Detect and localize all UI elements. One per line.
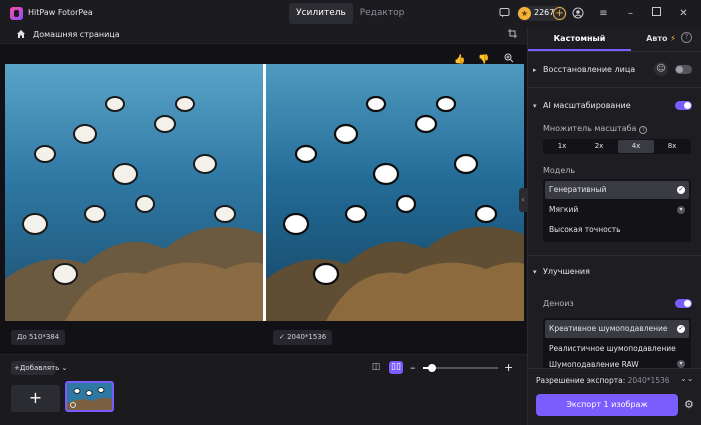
- face-restore-title: Восстановление лица: [543, 65, 636, 74]
- lightning-icon: ⚡: [670, 34, 676, 43]
- model-option-label: Мягкий: [549, 205, 579, 214]
- enhanced-size-label: ✓ 2040*1536: [273, 330, 333, 345]
- title-bar: HitPaw FotorPea Усилитель Редактор ★ 226…: [0, 0, 701, 27]
- tab-enhancer[interactable]: Усилитель: [289, 3, 353, 24]
- model-option-label: Высокая точность: [549, 225, 621, 234]
- divider: [528, 255, 701, 256]
- ai-upscale-title: AI масштабирование: [543, 101, 631, 110]
- app-logo: [10, 7, 23, 20]
- ai-upscale-toggle[interactable]: [675, 101, 692, 110]
- zoom-slider[interactable]: [423, 364, 498, 372]
- image-canvas: 👍 👎 ‹ До 510*384 ✓ 2040*1536: [0, 45, 527, 354]
- coin-icon: ★: [518, 7, 531, 20]
- divider: [528, 87, 701, 88]
- scale-label: Множитель масштаба: [543, 124, 637, 133]
- check-icon: ✓: [677, 325, 685, 333]
- zoom-slider-knob[interactable]: [428, 364, 436, 372]
- gear-icon[interactable]: ⚙: [684, 398, 694, 412]
- tab-auto-label: Авто: [646, 34, 668, 43]
- model-option-high-fidelity[interactable]: Высокая точность: [545, 221, 689, 239]
- model-list: Генеративный ✓ Мягкий ▾ Высокая точность: [543, 179, 691, 242]
- scale-option-4x[interactable]: 4x: [618, 140, 654, 153]
- bottom-toolbar: +Добавлять ⌄ + ◫ ▯▯ – +: [0, 354, 527, 425]
- zoom-in-button-icon[interactable]: +: [504, 361, 513, 374]
- enhanced-image: [266, 64, 524, 321]
- model-option-generative[interactable]: Генеративный ✓: [545, 181, 689, 199]
- maximize-icon[interactable]: [650, 7, 663, 20]
- home-icon[interactable]: [16, 29, 26, 43]
- denoise-label: Деноиз: [543, 299, 574, 308]
- help-icon[interactable]: ?: [681, 32, 692, 43]
- info-icon[interactable]: i: [639, 126, 648, 134]
- denoise-option-label: Креативное шумоподавление: [549, 324, 668, 333]
- caret-right-icon: ▸: [533, 66, 537, 74]
- denoise-toggle[interactable]: [675, 299, 692, 308]
- crop-icon[interactable]: [508, 29, 517, 42]
- single-view-icon[interactable]: ◫: [369, 361, 383, 374]
- minimize-icon[interactable]: –: [624, 7, 637, 20]
- check-icon: ✓: [677, 186, 685, 194]
- feedback-icon[interactable]: [498, 7, 511, 20]
- model-option-soft[interactable]: Мягкий ▾: [545, 201, 689, 219]
- add-dropdown-button[interactable]: +Добавлять ⌄: [11, 361, 67, 375]
- improvements-title: Улучшения: [543, 267, 590, 276]
- app-title: HitPaw FotorPea: [28, 8, 93, 17]
- scale-label-row: Множитель масштаба i: [543, 124, 648, 134]
- tab-custom[interactable]: Кастомный: [528, 30, 631, 48]
- collapse-panel-handle[interactable]: ‹: [519, 188, 527, 212]
- export-resolution-label: Разрешение экспорта:: [536, 376, 626, 385]
- double-chevron-down-icon[interactable]: ⌄⌄: [680, 374, 693, 383]
- model-label: Модель: [543, 166, 576, 175]
- chevron-down-icon: ⌄: [59, 364, 68, 372]
- add-label: Добавлять: [19, 364, 60, 372]
- scroll-down-icon[interactable]: ▾: [677, 360, 685, 368]
- user-icon[interactable]: [571, 7, 584, 20]
- denoise-list: Креативное шумоподавление ✓ Реалистичное…: [543, 318, 691, 370]
- denoise-option-creative[interactable]: Креативное шумоподавление ✓: [545, 320, 689, 338]
- caret-down-icon: ▾: [533, 268, 537, 276]
- model-option-label: Генеративный: [549, 185, 607, 194]
- face-icon[interactable]: ☺: [654, 62, 668, 76]
- tab-editor[interactable]: Редактор: [353, 3, 411, 24]
- export-footer: Разрешение экспорта: 2040*1536 ⌄⌄ Экспор…: [528, 368, 701, 425]
- export-button[interactable]: Экспорт 1 изображ: [536, 394, 678, 416]
- check-icon: ✓: [279, 333, 288, 341]
- caret-down-icon: ▾: [533, 102, 537, 110]
- export-resolution-value: 2040*1536: [627, 376, 670, 385]
- scale-option-8x[interactable]: 8x: [654, 140, 690, 153]
- split-view-icon[interactable]: ▯▯: [389, 361, 403, 374]
- tab-divider: [528, 51, 701, 52]
- add-image-button[interactable]: +: [11, 385, 60, 412]
- scale-option-1x[interactable]: 1x: [544, 140, 580, 153]
- scale-option-2x[interactable]: 2x: [581, 140, 617, 153]
- add-credits-icon[interactable]: +: [553, 7, 566, 20]
- scroll-down-icon[interactable]: ▾: [677, 206, 685, 214]
- denoise-option-label: Реалистичное шумоподавление: [549, 344, 676, 353]
- credits-badge[interactable]: ★ 2267 +: [517, 6, 567, 21]
- original-size-label: До 510*384: [11, 330, 66, 345]
- export-resolution: Разрешение экспорта: 2040*1536: [536, 376, 670, 385]
- home-link[interactable]: Домашняя страница: [33, 30, 120, 39]
- denoise-option-realistic[interactable]: Реалистичное шумоподавление: [545, 340, 689, 358]
- original-image: [5, 64, 263, 321]
- enhanced-size-value: 2040*1536: [287, 333, 327, 341]
- image-thumbnail[interactable]: [65, 381, 114, 412]
- credits-count: 2267: [534, 8, 555, 17]
- breadcrumb: Домашняя страница: [0, 27, 527, 44]
- section-improvements[interactable]: ▾ Улучшения: [528, 264, 701, 280]
- menu-icon[interactable]: ≡: [597, 7, 610, 20]
- face-restore-toggle[interactable]: [675, 65, 692, 74]
- close-icon[interactable]: ✕: [677, 7, 690, 20]
- settings-panel: Кастомный Авто ⚡ ? ▸ Восстановление лица…: [527, 27, 701, 425]
- scale-selector: 1x 2x 4x 8x: [543, 139, 691, 154]
- zoom-out-icon[interactable]: –: [410, 361, 416, 374]
